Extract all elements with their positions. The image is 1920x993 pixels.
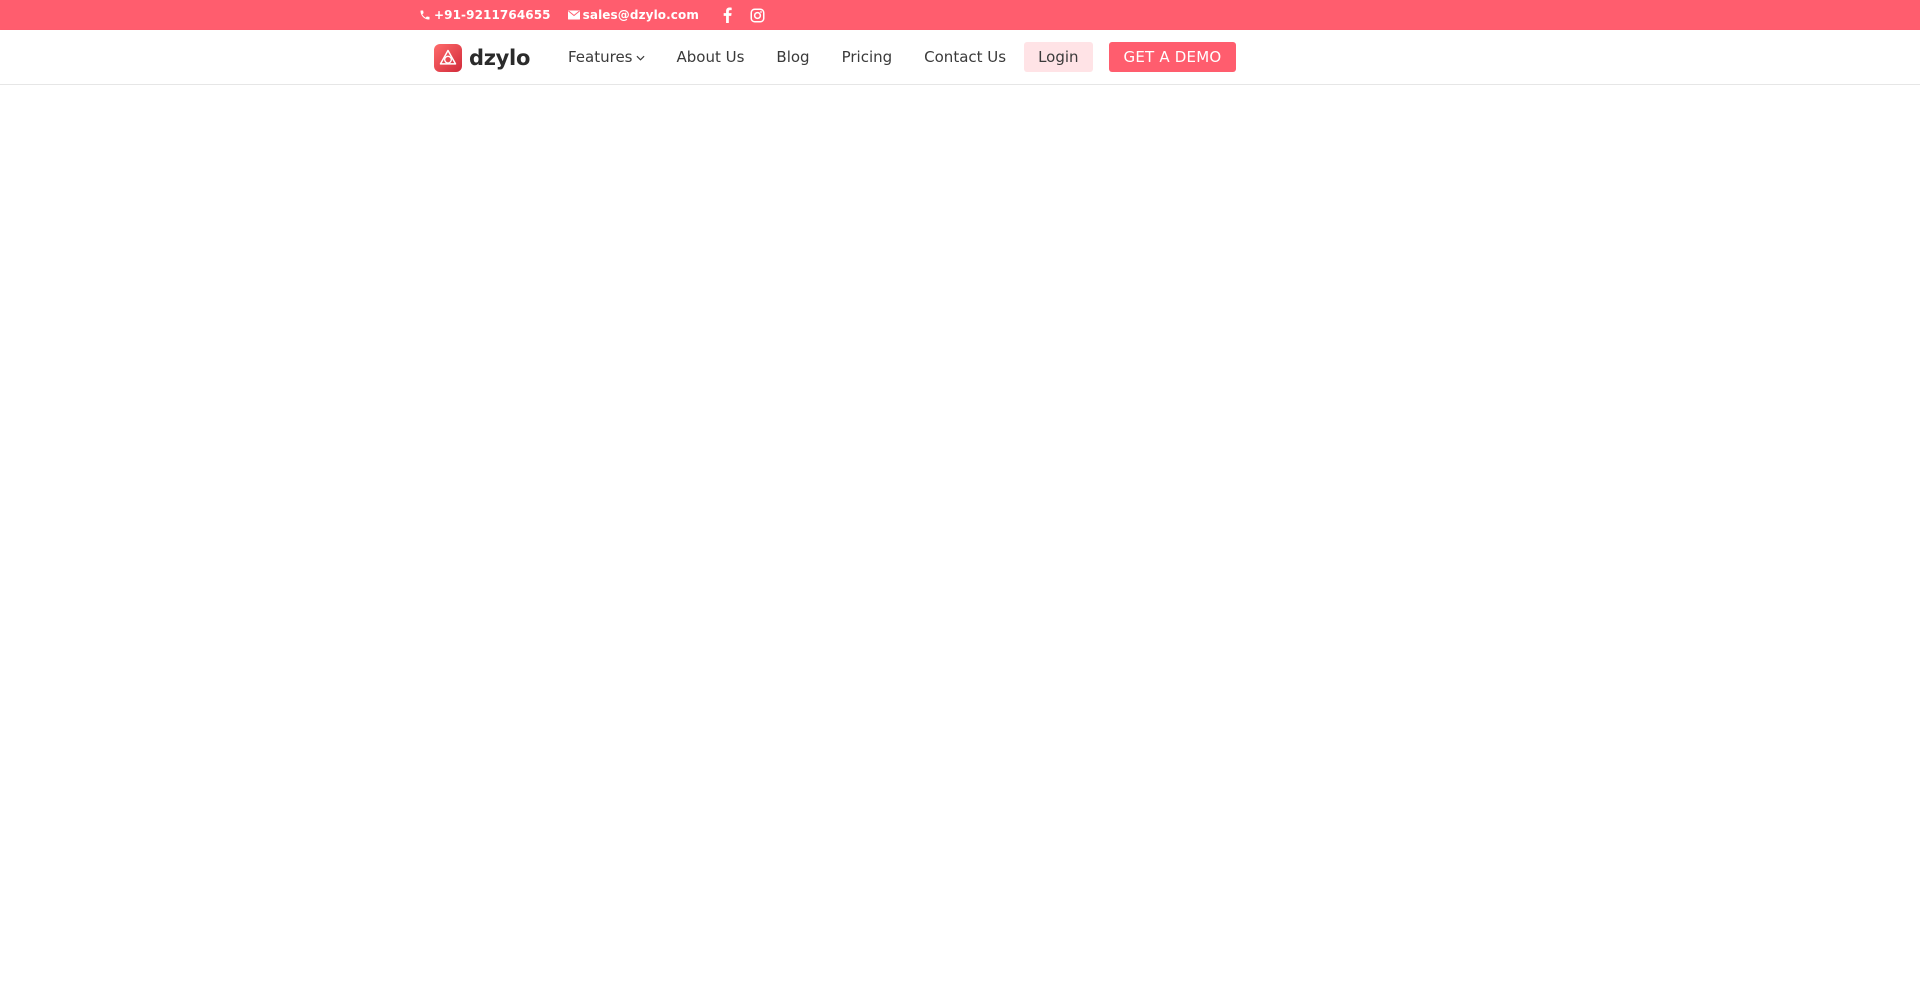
top-contact-bar: +91-9211764655 sales@dzylo.com — [0, 0, 1920, 30]
phone-number: +91-9211764655 — [434, 8, 551, 22]
email-address: sales@dzylo.com — [582, 8, 699, 22]
instagram-icon[interactable] — [749, 6, 767, 24]
nav-item-pricing[interactable]: Pricing — [842, 48, 893, 66]
nav-item-features-label: Features — [568, 48, 633, 66]
main-nav: Features About Us Blog Pricing Contact U… — [568, 30, 1237, 84]
top-contact-bar-inner: +91-9211764655 sales@dzylo.com — [418, 0, 775, 30]
login-button[interactable]: Login — [1024, 42, 1093, 72]
main-header: dzylo Features About Us Blog Pricing Con… — [0, 30, 1920, 85]
nav-item-contact[interactable]: Contact Us — [924, 48, 1006, 66]
chevron-down-icon — [635, 55, 645, 61]
page-content-area — [0, 85, 1920, 993]
get-a-demo-button[interactable]: GET A DEMO — [1108, 42, 1237, 72]
nav-item-about[interactable]: About Us — [677, 48, 745, 66]
nav-item-blog[interactable]: Blog — [776, 48, 809, 66]
logo-mark-icon — [434, 44, 462, 72]
logo-text: dzylo — [469, 46, 531, 70]
phone-link[interactable]: +91-9211764655 — [418, 8, 551, 22]
phone-icon — [418, 8, 432, 22]
nav-item-features[interactable]: Features — [568, 48, 645, 66]
mail-icon — [567, 8, 581, 22]
facebook-icon[interactable] — [719, 6, 737, 24]
email-link[interactable]: sales@dzylo.com — [567, 8, 699, 22]
logo-link[interactable]: dzylo — [434, 44, 530, 72]
